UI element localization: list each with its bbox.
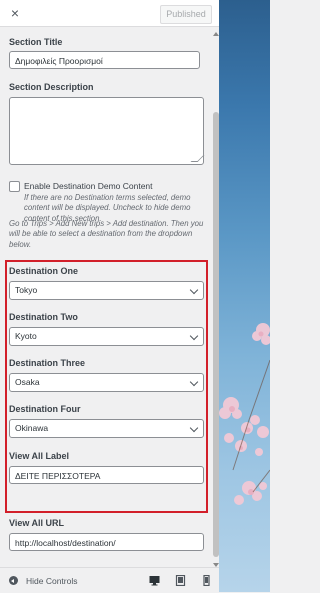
resize-grip-icon[interactable] bbox=[190, 155, 205, 162]
tablet-icon[interactable] bbox=[175, 575, 186, 586]
customizer-panel: × Published Section Title Δημοφιλείς Προ… bbox=[0, 0, 219, 593]
section-title-input[interactable]: Δημοφιλείς Προορισμοί bbox=[9, 51, 200, 69]
view-all-url-label: View All URL bbox=[9, 518, 65, 528]
destination-two-select[interactable]: Kyoto bbox=[9, 327, 204, 346]
chevron-down-icon bbox=[189, 331, 199, 341]
demo-content-checkbox[interactable] bbox=[9, 181, 20, 192]
chevron-down-icon bbox=[189, 377, 199, 387]
hide-controls-button[interactable]: Hide Controls bbox=[26, 576, 78, 586]
publish-button[interactable]: Published bbox=[160, 5, 212, 24]
chevron-down-icon bbox=[189, 285, 199, 295]
site-preview bbox=[219, 0, 270, 592]
destination-four-label: Destination Four bbox=[9, 404, 81, 414]
section-description-textarea[interactable] bbox=[9, 97, 205, 165]
mobile-icon[interactable] bbox=[201, 575, 212, 586]
customizer-footer: Hide Controls bbox=[0, 567, 219, 593]
destination-four-select[interactable]: Okinawa bbox=[9, 419, 204, 438]
close-icon[interactable]: × bbox=[8, 6, 22, 20]
section-description-label: Section Description bbox=[9, 82, 94, 92]
destination-one-select[interactable]: Tokyo bbox=[9, 281, 204, 300]
chevron-down-icon bbox=[189, 423, 199, 433]
destination-three-label: Destination Three bbox=[9, 358, 86, 368]
destination-two-label: Destination Two bbox=[9, 312, 78, 322]
view-all-label-input[interactable]: ΔΕΙΤΕ ΠΕΡΙΣΣΟΤΕΡΑ bbox=[9, 466, 204, 484]
section-title-label: Section Title bbox=[9, 37, 63, 47]
view-all-label-label: View All Label bbox=[9, 451, 70, 461]
instructions-text: Go to Trips > Add New trips > Add destin… bbox=[9, 219, 204, 249]
destination-three-select[interactable]: Osaka bbox=[9, 373, 204, 392]
collapse-arrow-icon[interactable] bbox=[9, 576, 18, 585]
destination-four-value: Okinawa bbox=[15, 423, 49, 433]
destination-three-value: Osaka bbox=[15, 377, 40, 387]
view-all-url-input[interactable]: http://localhost/destination/ bbox=[9, 533, 204, 551]
destination-two-value: Kyoto bbox=[15, 331, 37, 341]
demo-content-label[interactable]: Enable Destination Demo Content bbox=[24, 181, 153, 191]
customizer-header: × Published bbox=[0, 0, 219, 27]
desktop-icon[interactable] bbox=[149, 575, 160, 586]
destination-one-label: Destination One bbox=[9, 266, 79, 276]
cherry-blossom-image bbox=[219, 323, 270, 505]
destination-one-value: Tokyo bbox=[15, 285, 38, 295]
